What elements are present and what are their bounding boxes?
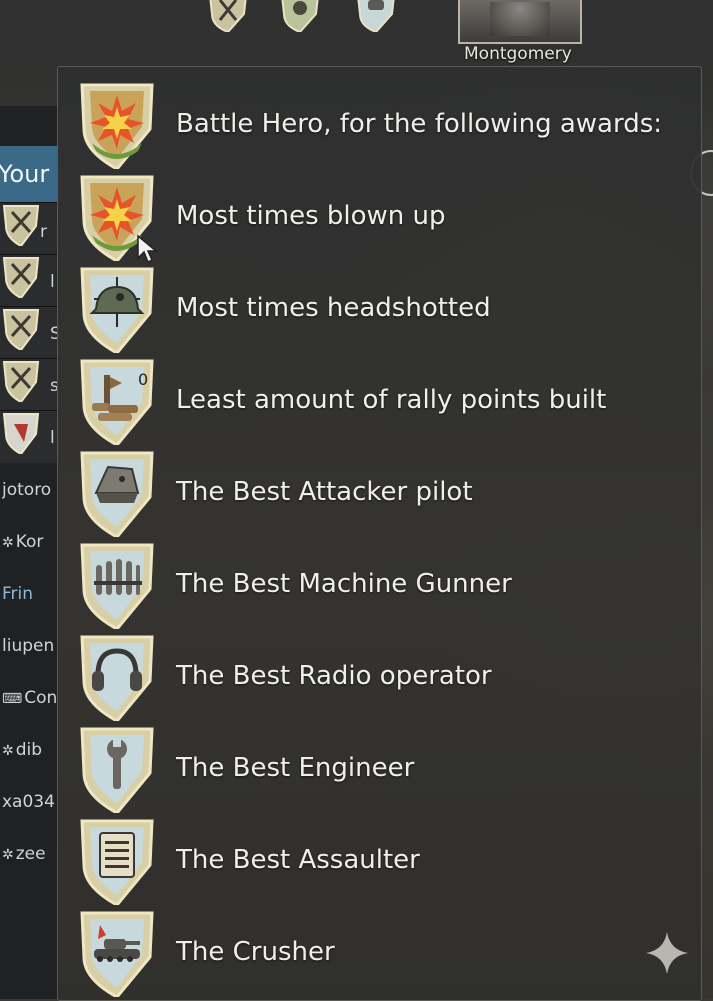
pilot-cap-badge-icon xyxy=(80,451,154,537)
award-label: Most times blown up xyxy=(176,201,446,231)
award-row[interactable]: The Best Radio operator xyxy=(58,633,701,725)
clipboard-badge-icon xyxy=(80,819,154,905)
platform-icon: ✲ xyxy=(2,535,14,551)
player-portrait[interactable] xyxy=(458,0,582,44)
award-row[interactable]: The Best Machine Gunner xyxy=(58,541,701,633)
player-name-entry[interactable]: ✲ Kor xyxy=(2,532,60,552)
headphones-badge-icon xyxy=(80,635,154,721)
explosion-badge-icon xyxy=(80,83,154,169)
award-row[interactable]: 0 Least amount of rally points built xyxy=(58,357,701,449)
awards-tooltip: Battle Hero, for the following awards: M… xyxy=(57,66,702,1001)
award-row[interactable]: The Best Engineer xyxy=(58,725,701,817)
award-row[interactable]: The Best Assaulter xyxy=(58,817,701,909)
player-name-text: jotoro xyxy=(2,480,52,500)
squad-badge-icon xyxy=(2,361,40,402)
award-row[interactable]: The Best Attacker pilot xyxy=(58,449,701,541)
award-label: The Best Assaulter xyxy=(176,845,420,875)
award-row-battle-hero: Battle Hero, for the following awards: xyxy=(58,81,701,173)
squad-badge-icon xyxy=(2,257,40,298)
squad-badge-icon xyxy=(357,0,395,32)
squad-badge-icon xyxy=(2,205,40,246)
award-label: Most times headshotted xyxy=(176,293,491,323)
player-name-entry[interactable]: liupen xyxy=(2,636,60,656)
player-name-entry[interactable]: ⌨ Con xyxy=(2,688,60,708)
award-row[interactable]: The Crusher xyxy=(58,909,701,1001)
scoreboard-header-label: Your xyxy=(0,160,50,188)
rally-point-count: 0 xyxy=(138,370,148,389)
player-name-text: Con xyxy=(24,688,58,708)
player-name-text: dib xyxy=(15,740,43,760)
award-label: The Best Attacker pilot xyxy=(176,477,473,507)
platform-icon: ✲ xyxy=(2,847,14,863)
player-name-entry[interactable]: xa034 xyxy=(2,792,60,812)
squad-badge-icon xyxy=(2,413,40,454)
player-name-entry[interactable]: ✲ zee xyxy=(2,844,60,864)
award-label: The Best Machine Gunner xyxy=(176,569,512,599)
tank-badge-icon xyxy=(80,911,154,997)
gamepad-icon: ⌨ xyxy=(2,691,23,707)
player-name-text: Frin xyxy=(2,584,34,604)
award-label: The Best Engineer xyxy=(176,753,415,783)
player-name-text: liupen xyxy=(2,636,55,656)
player-name-text: zee xyxy=(15,844,46,864)
helmet-crosshair-badge-icon xyxy=(80,267,154,353)
award-label: Least amount of rally points built xyxy=(176,385,607,415)
squad-badge-icon xyxy=(2,309,40,350)
player-name-text: xa034 xyxy=(2,792,55,812)
award-label: Battle Hero, for the following awards: xyxy=(176,109,663,139)
squad-badge-icon xyxy=(209,0,247,32)
platform-icon: ✲ xyxy=(2,743,14,759)
player-name-entry[interactable]: jotoro xyxy=(2,480,60,500)
wrench-badge-icon xyxy=(80,727,154,813)
ammo-belt-badge-icon xyxy=(80,543,154,629)
scoreboard-header: Your xyxy=(0,146,60,206)
player-name-entry[interactable]: ✲ dib xyxy=(2,740,60,760)
player-name-text: Kor xyxy=(15,532,44,552)
sparkle-icon xyxy=(646,932,688,974)
award-label: The Crusher xyxy=(176,937,335,967)
award-row[interactable]: Most times headshotted xyxy=(58,265,701,357)
mouse-cursor-icon xyxy=(137,234,159,264)
player-name-entry[interactable]: Frin xyxy=(2,584,60,604)
award-label: The Best Radio operator xyxy=(176,661,492,691)
player-name: Montgomery xyxy=(464,44,572,64)
squad-badge-icon xyxy=(281,0,319,32)
rally-point-badge-icon: 0 xyxy=(80,359,154,445)
